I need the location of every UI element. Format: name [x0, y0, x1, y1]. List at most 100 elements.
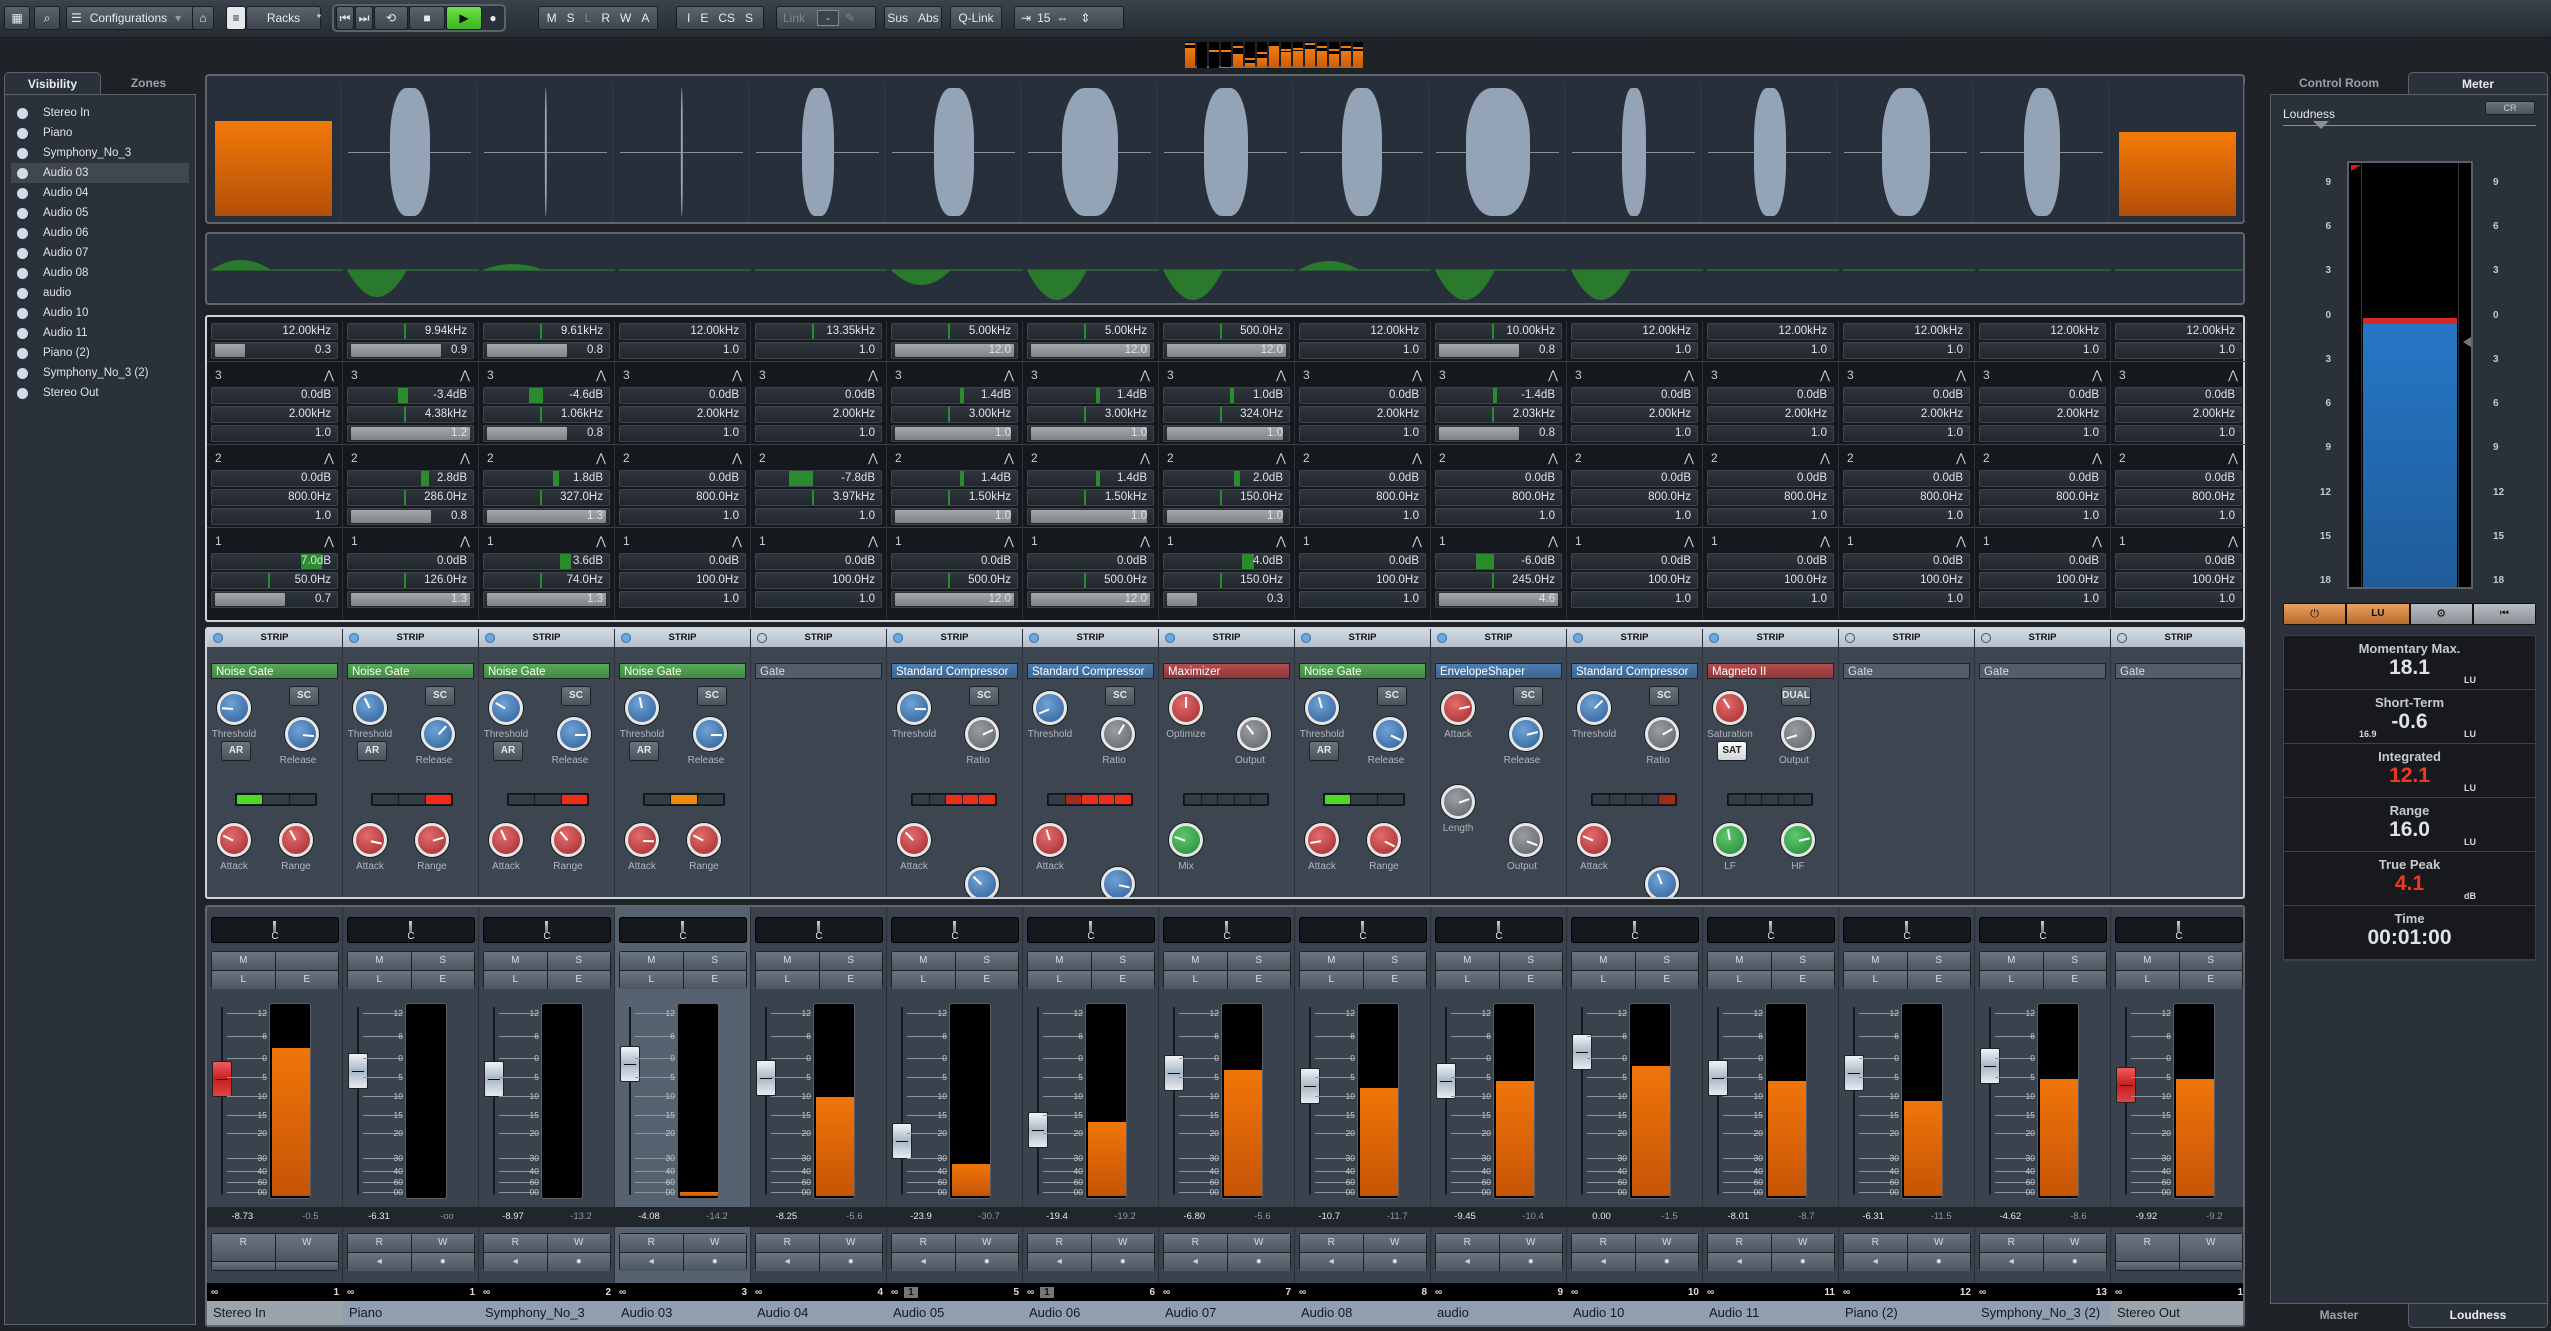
range-knob[interactable] — [279, 823, 313, 857]
visibility-item[interactable]: Symphony_No_3 — [5, 143, 195, 163]
visibility-item[interactable]: Audio 11 — [5, 323, 195, 343]
listen-button[interactable]: L — [1572, 971, 1635, 989]
eq-band-header[interactable]: 3 ⋀ — [615, 364, 750, 385]
filter-type-icon[interactable]: ⋀ — [596, 368, 606, 382]
eq-gain-field[interactable]: -6.0dB — [1435, 553, 1562, 570]
eq-band-header[interactable]: 2 ⋀ — [1839, 447, 1974, 468]
bypass-eq-button[interactable]: E — [700, 11, 708, 25]
strip-header[interactable]: STRIP — [1431, 629, 1566, 647]
solo-button[interactable] — [276, 952, 339, 970]
monitor-button[interactable]: ◂ — [484, 1253, 547, 1271]
eq-q-field[interactable]: 1.0 — [755, 425, 882, 442]
tab-loudness[interactable]: Loudness — [2408, 1304, 2548, 1328]
channel-name[interactable]: Symphony_No_3 — [479, 1301, 615, 1325]
eq-q-field[interactable]: 1.0 — [1843, 508, 1970, 525]
eq-q-field[interactable]: 1.2 — [347, 425, 474, 442]
go-to-start-button[interactable]: ⏮ — [336, 6, 354, 30]
ar-button[interactable]: AR — [357, 741, 387, 761]
strip-header[interactable]: STRIP — [615, 629, 750, 647]
peak-value[interactable]: -9.2 — [2206, 1207, 2222, 1227]
range-knob[interactable] — [687, 823, 721, 857]
filter-type-icon[interactable]: ⋀ — [868, 451, 878, 465]
peak-value[interactable]: -0.5 — [302, 1207, 318, 1227]
eq-band-header[interactable]: 2 ⋀ — [1567, 447, 1702, 468]
release-knob[interactable] — [1373, 717, 1407, 751]
mute-button[interactable]: M — [892, 952, 955, 970]
eq-freq-field[interactable]: 100.0Hz — [1707, 572, 1834, 589]
eq-gain-field[interactable]: 0.0dB — [2115, 553, 2242, 570]
eq-gain-field[interactable]: 2.8dB — [347, 470, 474, 487]
listen-button[interactable]: L — [620, 971, 683, 989]
eq-q-field[interactable]: 0.8 — [1435, 342, 1562, 359]
stereo-link-icon[interactable]: ∞ — [211, 1287, 218, 1298]
read-button[interactable]: R — [484, 1234, 547, 1252]
plugin-slot[interactable]: Noise Gate — [347, 663, 474, 679]
eq-freq-field[interactable]: 500.0Hz — [891, 572, 1018, 589]
eq-band-header[interactable]: 1 ⋀ — [751, 530, 886, 551]
eq-gain-field[interactable]: 0.0dB — [1707, 387, 1834, 404]
visibility-item[interactable]: Audio 10 — [5, 303, 195, 323]
mix-knob[interactable] — [1169, 823, 1203, 857]
eq-gain-field[interactable]: 0.0dB — [1843, 387, 1970, 404]
write-button[interactable]: W — [1228, 1234, 1291, 1252]
eq-gain-field[interactable]: 0.0dB — [1299, 553, 1426, 570]
filter-type-icon[interactable]: ⋀ — [732, 451, 742, 465]
eq-freq-field[interactable]: 9.61kHz — [483, 323, 610, 340]
solo-button[interactable]: S — [2180, 952, 2243, 970]
eq-q-field[interactable]: 1.0 — [619, 508, 746, 525]
eq-gain-field[interactable]: 0.0dB — [2115, 387, 2242, 404]
eq-freq-field[interactable]: 10.00kHz — [1435, 323, 1562, 340]
visibility-item[interactable]: Audio 07 — [5, 243, 195, 263]
output-knob[interactable] — [1645, 867, 1679, 899]
fader-value[interactable]: -8.97 — [502, 1207, 524, 1227]
fader-value[interactable]: -6.31 — [368, 1207, 390, 1227]
write-button[interactable]: W — [276, 1234, 339, 1261]
eq-freq-field[interactable]: 800.0Hz — [211, 489, 338, 506]
filter-type-icon[interactable]: ⋀ — [1004, 451, 1014, 465]
link-edit-icon[interactable]: ✎ — [845, 11, 855, 25]
plugin-slot[interactable]: Maximizer — [1163, 663, 1290, 679]
plugin-slot[interactable]: Gate — [755, 663, 882, 679]
attack-knob[interactable] — [625, 823, 659, 857]
eq-freq-field[interactable]: 2.00kHz — [1707, 406, 1834, 423]
listen-button[interactable]: L — [1708, 971, 1771, 989]
cycle-button[interactable]: ⟲ — [374, 6, 408, 30]
eq-gain-field[interactable]: 0.0dB — [619, 387, 746, 404]
attack-knob[interactable] — [897, 823, 931, 857]
eq-q-field[interactable]: 0.8 — [1435, 425, 1562, 442]
eq-band-header[interactable]: 2 ⋀ — [2111, 447, 2246, 468]
ar-button[interactable]: AR — [221, 741, 251, 761]
solo-button[interactable]: S — [548, 952, 611, 970]
threshold-knob[interactable] — [353, 691, 387, 725]
read-button[interactable]: R — [1164, 1234, 1227, 1252]
eq-freq-field[interactable]: 2.03kHz — [1435, 406, 1562, 423]
visibility-item[interactable]: Stereo In — [5, 103, 195, 123]
eq-q-field[interactable]: 1.0 — [211, 508, 338, 525]
strip-header[interactable]: STRIP — [1703, 629, 1838, 647]
eq-freq-field[interactable]: 100.0Hz — [1979, 572, 2106, 589]
mute-button[interactable]: M — [1436, 952, 1499, 970]
solo-button[interactable]: S — [1228, 952, 1291, 970]
output-knob[interactable] — [1781, 717, 1815, 751]
write-button[interactable]: W — [1772, 1234, 1835, 1252]
eq-q-field[interactable]: 1.0 — [1163, 425, 1290, 442]
eq-q-field[interactable]: 0.7 — [211, 591, 338, 608]
ar-button[interactable]: AR — [629, 741, 659, 761]
filter-type-icon[interactable]: ⋀ — [2228, 534, 2238, 548]
filter-type-icon[interactable]: ⋀ — [324, 534, 334, 548]
saturation-knob[interactable] — [1713, 691, 1747, 725]
peak-value[interactable]: -oo — [440, 1207, 454, 1227]
eq-q-field[interactable]: 0.8 — [483, 342, 610, 359]
filter-type-icon[interactable]: ⋀ — [324, 368, 334, 382]
eq-freq-field[interactable]: 2.00kHz — [1571, 406, 1698, 423]
listen-button[interactable]: L — [1300, 971, 1363, 989]
eq-q-field[interactable]: 1.0 — [1299, 342, 1426, 359]
power-button[interactable]: ⏻ — [2284, 604, 2345, 624]
mute-button[interactable]: M — [1708, 952, 1771, 970]
eq-q-field[interactable]: 1.3 — [347, 591, 474, 608]
listen-button[interactable]: L — [892, 971, 955, 989]
eq-freq-field[interactable]: 12.00kHz — [1707, 323, 1834, 340]
threshold-knob[interactable] — [1305, 691, 1339, 725]
read-button[interactable]: R — [892, 1234, 955, 1252]
pan-control[interactable]: C — [211, 917, 339, 943]
